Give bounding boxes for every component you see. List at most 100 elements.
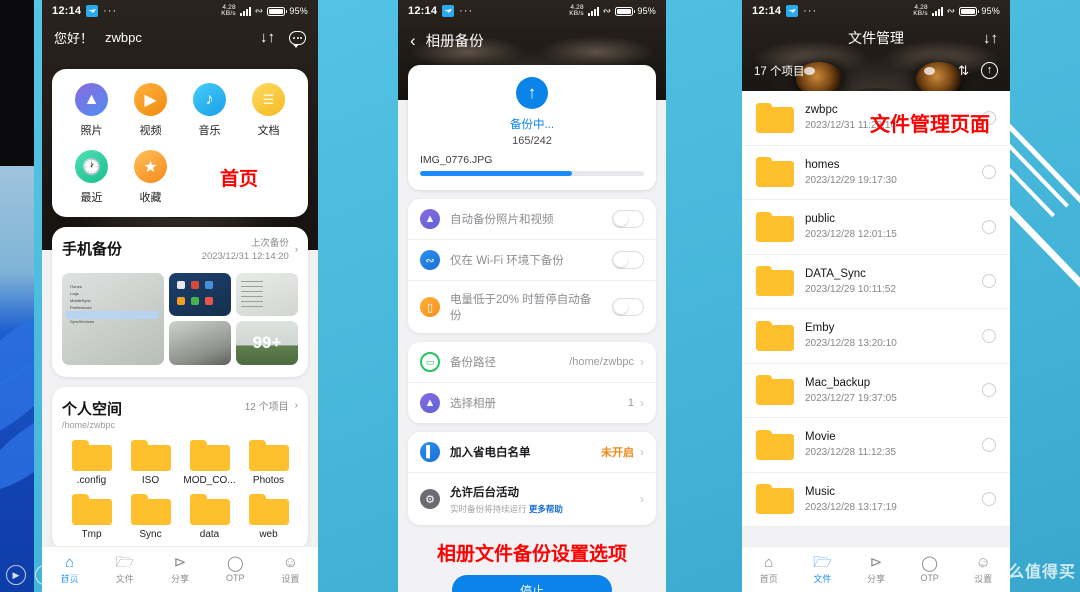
thumbnail-desktop[interactable] bbox=[169, 272, 231, 317]
toggle-low-battery[interactable] bbox=[612, 298, 644, 316]
select-checkbox[interactable] bbox=[982, 219, 996, 234]
row-select-album[interactable]: ▲ 选择相册 1 › bbox=[408, 383, 656, 423]
file-list[interactable]: zwbpc 2023/12/31 11:28:14 homes 2023/12/29… bbox=[742, 91, 1010, 527]
row-auto-backup[interactable]: ▲ 自动备份照片和视频 bbox=[408, 199, 656, 240]
select-checkbox[interactable] bbox=[982, 492, 996, 507]
tab-share[interactable]: ⊳ 分享 bbox=[152, 555, 207, 585]
tab-share[interactable]: ⊳ 分享 bbox=[849, 555, 903, 585]
row-label: 允许后台活动 bbox=[450, 487, 519, 499]
table-row[interactable]: Music 2023/12/28 13:17:19 bbox=[742, 473, 1010, 527]
back-icon[interactable]: ‹ bbox=[410, 32, 416, 49]
file-date: 2023/12/29 10:11:52 bbox=[805, 283, 897, 295]
file-name: homes bbox=[805, 158, 840, 171]
select-checkbox[interactable] bbox=[982, 437, 996, 452]
file-name: Movie bbox=[805, 431, 836, 444]
thumbnail-finder[interactable]: iTunesLogsMobileSyncPreferencesSync Noti… bbox=[62, 272, 164, 365]
table-row[interactable]: Emby 2023/12/28 13:20:10 bbox=[742, 309, 1010, 364]
row-low-battery-pause[interactable]: ▯ 电量低于20% 时暂停自动备份 bbox=[408, 281, 656, 333]
tab-otp[interactable]: ◯ OTP bbox=[903, 556, 957, 583]
thumbnail-document[interactable] bbox=[236, 272, 298, 317]
toggle-wifi-only[interactable] bbox=[612, 251, 644, 269]
table-row[interactable]: Movie 2023/12/28 11:12:35 bbox=[742, 418, 1010, 473]
tab-otp[interactable]: ◯ OTP bbox=[208, 556, 263, 583]
app-music[interactable]: ♪ 音乐 bbox=[180, 83, 239, 138]
folder-item[interactable]: ISO bbox=[121, 439, 180, 486]
folder-item[interactable]: Photos bbox=[239, 439, 298, 486]
signal-bars-icon bbox=[931, 6, 943, 16]
chevron-right-icon: › bbox=[640, 396, 644, 410]
status-time: 12:14 bbox=[752, 5, 782, 17]
row-battery-whitelist[interactable]: ▌ 加入省电白名单 未开启 › bbox=[408, 432, 656, 473]
folder-outline-icon: ▭ bbox=[420, 352, 440, 372]
backup-thumbnails: iTunesLogsMobileSyncPreferencesSync Noti… bbox=[62, 272, 298, 365]
row-label: 选择相册 bbox=[450, 398, 496, 410]
file-date: 2023/12/28 11:12:35 bbox=[805, 447, 897, 459]
tab-settings[interactable]: ☺ 设置 bbox=[263, 555, 318, 585]
transfer-icon[interactable]: ↓↑ bbox=[904, 30, 998, 47]
select-checkbox[interactable] bbox=[982, 274, 996, 289]
progress-bar-fill bbox=[420, 171, 573, 176]
favorites-star-icon: ★ bbox=[134, 150, 167, 183]
network-speed: 4.28 KB/s bbox=[913, 3, 928, 17]
chat-bubble-icon[interactable] bbox=[289, 30, 306, 48]
toggle-auto-backup[interactable] bbox=[612, 210, 644, 228]
upload-icon[interactable] bbox=[981, 61, 998, 80]
select-checkbox[interactable] bbox=[982, 383, 996, 398]
folder-icon bbox=[756, 320, 794, 351]
tab-files[interactable]: 🗁 文件 bbox=[796, 555, 850, 585]
app-photos[interactable]: ▲ 照片 bbox=[62, 83, 121, 138]
battery-icon bbox=[267, 6, 288, 16]
folder-item[interactable]: Sync bbox=[121, 493, 180, 540]
app-favorites[interactable]: ★ 收藏 bbox=[121, 150, 180, 205]
table-row[interactable]: Mac_backup 2023/12/27 19:37:05 bbox=[742, 364, 1010, 418]
folder-item[interactable]: data bbox=[180, 493, 239, 540]
folder-icon bbox=[71, 439, 112, 471]
wifi-icon: ∾ bbox=[946, 5, 956, 17]
select-checkbox[interactable] bbox=[982, 328, 996, 343]
thumbnail-room[interactable] bbox=[169, 321, 231, 365]
thumbnail-overflow[interactable]: 99+ bbox=[236, 321, 298, 365]
file-manager-subheader: 17 个项目 ⇅ bbox=[742, 48, 1010, 80]
folder-icon bbox=[189, 439, 230, 471]
watermark-logo-icon: 值 bbox=[965, 560, 986, 580]
app-documents[interactable]: ☰ 文档 bbox=[239, 83, 298, 138]
folder-icon bbox=[189, 493, 230, 525]
tab-home[interactable]: ⌂ 首页 bbox=[742, 555, 796, 585]
row-backup-path[interactable]: ▭ 备份路径 /home/zwbpc › bbox=[408, 342, 656, 383]
more-icon[interactable]: ⋯ bbox=[122, 565, 142, 585]
personal-space-card[interactable]: 个人空间 /home/zwbpc 12 个项目 › .config ISO MO… bbox=[52, 386, 308, 550]
table-row[interactable]: public 2023/12/28 12:01:15 bbox=[742, 200, 1010, 255]
app-recent[interactable]: 🕐 最近 bbox=[62, 150, 121, 205]
row-background-activity[interactable]: ⚙ 允许后台活动 实时备份将持续运行 更多帮助 › bbox=[408, 473, 656, 525]
play-icon[interactable]: ▶ bbox=[6, 565, 26, 585]
app-grid: ▲ 照片 ▶ 视频 ♪ 音乐 ☰ 文档 🕐 最近 ★ 收藏 首页 bbox=[62, 83, 298, 205]
folder-icon bbox=[756, 157, 794, 188]
folder-icon bbox=[71, 493, 112, 525]
transfer-icon[interactable]: ↓↑ bbox=[260, 29, 275, 46]
folder-item[interactable]: MOD_CO... bbox=[180, 439, 239, 486]
app-label: 收藏 bbox=[139, 192, 162, 204]
status-time: 12:14 bbox=[408, 5, 438, 17]
file-date: 2023/12/27 19:37:05 bbox=[805, 392, 897, 404]
select-checkbox[interactable] bbox=[982, 165, 996, 180]
table-row[interactable]: homes 2023/12/29 19:17:30 bbox=[742, 146, 1010, 200]
search-icon[interactable]: ⚲ bbox=[93, 565, 113, 585]
row-wifi-only[interactable]: ∾ 仅在 Wi-Fi 环境下备份 bbox=[408, 240, 656, 281]
folder-item[interactable]: web bbox=[239, 493, 298, 540]
edit-icon[interactable]: ✎ bbox=[35, 565, 55, 585]
person-icon: ☺ bbox=[282, 553, 299, 571]
table-row[interactable]: DATA_Sync 2023/12/29 10:11:52 bbox=[742, 255, 1010, 309]
app-videos[interactable]: ▶ 视频 bbox=[121, 83, 180, 138]
space-count: 12 个项目 › bbox=[244, 399, 298, 413]
page-title: 文件管理 bbox=[848, 30, 904, 46]
chevron-right-icon: › bbox=[640, 445, 644, 459]
folder-icon: 🗁 bbox=[813, 553, 832, 571]
phone-backup-card[interactable]: 手机备份 上次备份 2023/12/31 12:14:20 › iTunes Lo… bbox=[52, 227, 308, 377]
stop-button[interactable]: 停止 bbox=[452, 575, 612, 592]
folder-item[interactable]: .config bbox=[62, 439, 121, 486]
folder-item[interactable]: Tmp bbox=[62, 493, 121, 540]
home-icon: ⌂ bbox=[764, 553, 774, 571]
sort-icon[interactable]: ⇅ bbox=[958, 63, 969, 79]
more-help-link[interactable]: 更多帮助 bbox=[529, 504, 563, 514]
apps-icon[interactable]: ▦ bbox=[64, 565, 84, 585]
